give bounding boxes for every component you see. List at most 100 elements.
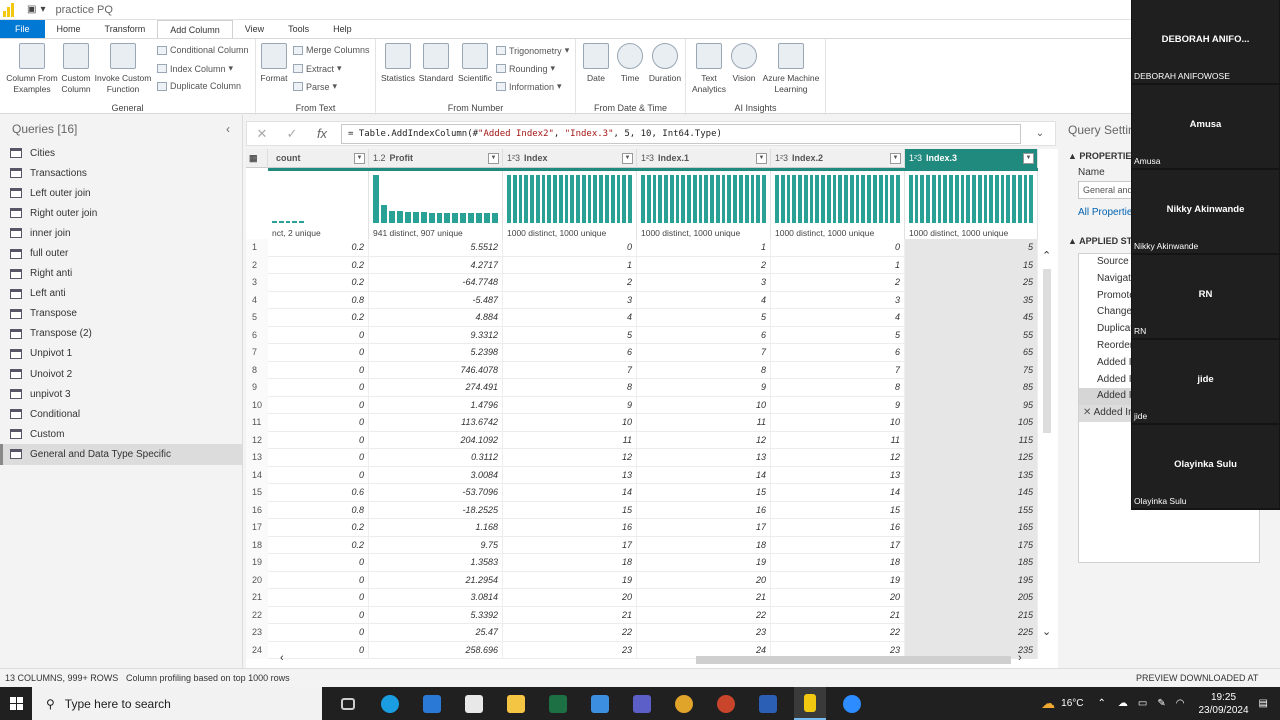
column-type-icon[interactable]: 1²3 bbox=[507, 153, 520, 163]
duration-button[interactable]: Duration bbox=[646, 43, 684, 84]
table-cell[interactable]: 5 bbox=[503, 326, 637, 344]
table-cell[interactable]: 5.2398 bbox=[369, 344, 503, 362]
table-cell[interactable]: 215 bbox=[905, 606, 1038, 624]
column-type-icon[interactable]: 1.2 bbox=[373, 153, 386, 163]
table-cell[interactable]: 12 bbox=[637, 431, 771, 449]
table-cell[interactable]: 7 bbox=[503, 361, 637, 379]
table-cell[interactable]: 0 bbox=[268, 449, 369, 467]
table-cell[interactable]: 35 bbox=[905, 291, 1038, 309]
query-item[interactable]: Right anti bbox=[0, 264, 242, 284]
filter-dropdown-icon[interactable]: ▼ bbox=[354, 153, 365, 164]
parse-button[interactable]: Parse ▾ bbox=[293, 81, 337, 92]
table-cell[interactable]: 0 bbox=[268, 414, 369, 432]
table-cell[interactable]: 2 bbox=[637, 256, 771, 274]
query-item[interactable]: Conditional bbox=[0, 404, 242, 424]
table-row[interactable]: 13 0 0.3112 12 13 12 125 bbox=[246, 449, 1038, 467]
table-cell[interactable]: 18 bbox=[637, 536, 771, 554]
table-cell[interactable]: 0.3112 bbox=[369, 449, 503, 467]
table-row[interactable]: 3 0.2 -64.7748 2 3 2 25 bbox=[246, 274, 1038, 292]
column-header[interactable]: 1²3 Index.3 ▼ bbox=[905, 149, 1038, 168]
table-cell[interactable]: 9.75 bbox=[369, 536, 503, 554]
horizontal-scrollbar[interactable]: ‹ › bbox=[276, 652, 1036, 666]
table-cell[interactable]: 0 bbox=[268, 589, 369, 607]
table-cell[interactable]: 10 bbox=[771, 414, 905, 432]
table-cell[interactable]: 0 bbox=[268, 571, 369, 589]
table-cell[interactable]: 0 bbox=[268, 624, 369, 642]
table-row[interactable]: 14 0 3.0084 13 14 13 135 bbox=[246, 466, 1038, 484]
scroll-right-icon[interactable]: › bbox=[1018, 652, 1022, 664]
table-cell[interactable]: 0 bbox=[268, 396, 369, 414]
table-cell[interactable]: 4.884 bbox=[369, 309, 503, 327]
table-row[interactable]: 9 0 274.491 8 9 8 85 bbox=[246, 379, 1038, 397]
horizontal-scroll-thumb[interactable] bbox=[696, 656, 1011, 664]
table-row[interactable]: 15 0.6 -53.7096 14 15 14 145 bbox=[246, 484, 1038, 502]
tab-help[interactable]: Help bbox=[321, 20, 364, 38]
table-cell[interactable]: 204.1092 bbox=[369, 431, 503, 449]
table-cell[interactable]: 4 bbox=[771, 309, 905, 327]
table-cell[interactable]: 274.491 bbox=[369, 379, 503, 397]
fx-icon[interactable]: fx bbox=[307, 126, 337, 141]
zoom-icon[interactable] bbox=[836, 687, 868, 720]
table-cell[interactable]: 5 bbox=[771, 326, 905, 344]
tab-tools[interactable]: Tools bbox=[276, 20, 321, 38]
table-cell[interactable]: 1.4796 bbox=[369, 396, 503, 414]
table-cell[interactable]: 9.3312 bbox=[369, 326, 503, 344]
table-cell[interactable]: 0 bbox=[268, 361, 369, 379]
table-cell[interactable]: 145 bbox=[905, 484, 1038, 502]
cloud-icon[interactable]: ☁ bbox=[1118, 698, 1128, 709]
query-item[interactable]: Left anti bbox=[0, 284, 242, 304]
table-cell[interactable]: 0 bbox=[268, 431, 369, 449]
table-cell[interactable]: 10 bbox=[637, 396, 771, 414]
table-cell[interactable]: 195 bbox=[905, 571, 1038, 589]
table-cell[interactable]: 2 bbox=[771, 274, 905, 292]
table-cell[interactable]: 7 bbox=[637, 344, 771, 362]
standard-button[interactable]: Standard bbox=[416, 43, 456, 84]
table-cell[interactable]: 205 bbox=[905, 589, 1038, 607]
tab-view[interactable]: View bbox=[233, 20, 276, 38]
table-cell[interactable]: 8 bbox=[503, 379, 637, 397]
commit-icon[interactable]: ✓ bbox=[277, 126, 307, 142]
column-header[interactable]: 1.2 Profit ▼ bbox=[369, 149, 503, 168]
table-cell[interactable]: 185 bbox=[905, 554, 1038, 572]
table-cell[interactable]: 17 bbox=[637, 519, 771, 537]
teams-icon[interactable] bbox=[626, 687, 658, 720]
table-cell[interactable]: 9 bbox=[503, 396, 637, 414]
index-column-button[interactable]: Index Column ▾ bbox=[157, 63, 233, 74]
weather-icon[interactable]: ☁ bbox=[1041, 695, 1055, 712]
table-cell[interactable]: 0 bbox=[268, 466, 369, 484]
table-row[interactable]: 19 0 1.3583 18 19 18 185 bbox=[246, 554, 1038, 572]
table-cell[interactable]: 16 bbox=[771, 519, 905, 537]
table-cell[interactable]: 85 bbox=[905, 379, 1038, 397]
vertical-scrollbar[interactable]: ⌃ ⌄ bbox=[1040, 245, 1054, 645]
table-menu-icon[interactable]: ▦ bbox=[246, 149, 268, 168]
table-cell[interactable]: 6 bbox=[637, 326, 771, 344]
filter-dropdown-icon[interactable]: ▼ bbox=[890, 153, 901, 164]
table-cell[interactable]: 17 bbox=[503, 536, 637, 554]
query-item[interactable]: Left outer join bbox=[0, 183, 242, 203]
table-cell[interactable]: 0 bbox=[268, 344, 369, 362]
table-cell[interactable]: 0.2 bbox=[268, 256, 369, 274]
table-cell[interactable]: 25.47 bbox=[369, 624, 503, 642]
table-cell[interactable]: 12 bbox=[503, 449, 637, 467]
table-cell[interactable]: 8 bbox=[771, 379, 905, 397]
save-icon[interactable]: ▣ bbox=[27, 4, 36, 15]
media-player-icon[interactable] bbox=[416, 687, 448, 720]
table-row[interactable]: 6 0 9.3312 5 6 5 55 bbox=[246, 326, 1038, 344]
network-icon[interactable]: ▭ bbox=[1138, 698, 1147, 709]
query-item[interactable]: unpivot 3 bbox=[0, 384, 242, 404]
table-cell[interactable]: 115 bbox=[905, 431, 1038, 449]
query-item[interactable]: Custom bbox=[0, 424, 242, 444]
table-row[interactable]: 7 0 5.2398 6 7 6 65 bbox=[246, 344, 1038, 362]
vertical-scroll-thumb[interactable] bbox=[1043, 269, 1051, 433]
column-type-icon[interactable]: 1²3 bbox=[909, 153, 922, 163]
scientific-button[interactable]: Scientific bbox=[454, 43, 496, 84]
table-cell[interactable]: 125 bbox=[905, 449, 1038, 467]
table-cell[interactable]: 10 bbox=[503, 414, 637, 432]
table-cell[interactable]: 75 bbox=[905, 361, 1038, 379]
custom-column-button[interactable]: Custom Column bbox=[58, 43, 94, 95]
windows-start-icon[interactable] bbox=[0, 687, 32, 720]
tab-file[interactable]: File bbox=[0, 20, 45, 38]
table-cell[interactable]: 0.2 bbox=[268, 519, 369, 537]
formula-input[interactable]: = Table.AddIndexColumn(#"Added Index2", … bbox=[341, 123, 1021, 144]
table-cell[interactable]: 0 bbox=[268, 326, 369, 344]
